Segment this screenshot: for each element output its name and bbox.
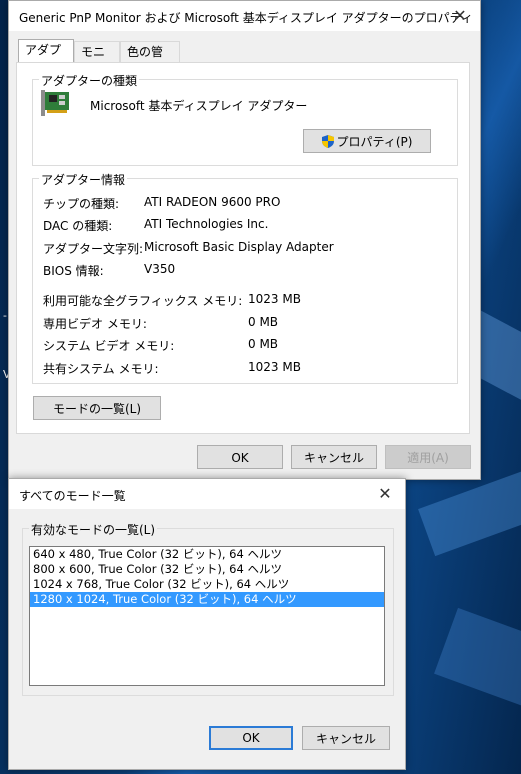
ok-label: OK	[242, 731, 260, 745]
tab-monitor[interactable]: モニター	[74, 41, 120, 80]
group-legend: 有効なモードの一覧(L)	[29, 521, 158, 538]
system-video-memory-label: システム ビデオ メモリ:	[43, 339, 175, 353]
adapter-string-label: アダプター文字列:	[43, 242, 144, 256]
system-video-memory-value: 0 MB	[248, 337, 279, 351]
apply-button[interactable]: 適用(A)	[385, 445, 471, 469]
shared-system-memory-value: 1023 MB	[248, 360, 301, 374]
list-item[interactable]: 640 x 480, True Color (32 ビット), 64 ヘルツ	[30, 547, 384, 562]
dac-type-value: ATI Technologies Inc.	[144, 217, 269, 231]
wallpaper-light-beam	[434, 607, 521, 743]
list-item[interactable]: 1024 x 768, True Color (32 ビット), 64 ヘルツ	[30, 577, 384, 592]
shared-system-memory-label: 共有システム メモリ:	[43, 362, 159, 376]
dedicated-video-memory-value: 0 MB	[248, 315, 279, 329]
cancel-label: キャンセル	[315, 732, 376, 746]
adapter-properties-button[interactable]: プロパティ(P)	[303, 129, 431, 153]
cancel-button[interactable]: キャンセル	[291, 445, 377, 469]
adapter-string-value: Microsoft Basic Display Adapter	[144, 240, 334, 254]
title-bar[interactable]: Generic PnP Monitor および Microsoft 基本ディスプ…	[9, 1, 480, 31]
list-all-modes-button[interactable]: モードの一覧(L)	[33, 396, 161, 420]
bios-info-label: BIOS 情報:	[43, 264, 104, 278]
group-legend: アダプター情報	[39, 171, 128, 188]
tab-adapter[interactable]: アダプター	[18, 39, 74, 78]
tab-color-management[interactable]: 色の管理	[120, 41, 180, 80]
adapter-type-group: アダプターの種類 Microsoft 基本ディスプレイ アダプター プロパティ(…	[32, 72, 458, 166]
bios-info-value: V350	[144, 262, 176, 276]
modes-listbox[interactable]: 640 x 480, True Color (32 ビット), 64 ヘルツ 8…	[29, 546, 385, 686]
ok-button[interactable]: OK	[197, 445, 283, 469]
total-memory-value: 1023 MB	[248, 292, 301, 306]
apply-label: 適用(A)	[407, 451, 449, 465]
adapter-name: Microsoft 基本ディスプレイ アダプター	[90, 99, 308, 113]
modes-ok-button[interactable]: OK	[209, 726, 293, 750]
window-title: Generic PnP Monitor および Microsoft 基本ディスプ…	[19, 11, 473, 25]
list-item[interactable]: 800 x 600, True Color (32 ビット), 64 ヘルツ	[30, 562, 384, 577]
list-item-selected[interactable]: 1280 x 1024, True Color (32 ビット), 64 ヘルツ	[30, 592, 384, 607]
close-icon[interactable]: ✕	[440, 1, 480, 31]
chip-type-label: チップの種類:	[43, 197, 120, 211]
title-bar[interactable]: すべてのモード一覧 ✕	[9, 479, 405, 509]
adapter-info-group: アダプター情報 チップの種類: ATI RADEON 9600 PRO DAC …	[32, 171, 458, 384]
list-all-modes-label: モードの一覧(L)	[52, 402, 142, 416]
desktop-partial-text: -	[3, 309, 7, 322]
chip-type-value: ATI RADEON 9600 PRO	[144, 195, 281, 209]
total-memory-label: 利用可能な全グラフィックス メモリ:	[43, 294, 243, 308]
adapter-tab-panel: アダプターの種類 Microsoft 基本ディスプレイ アダプター プロパティ(…	[16, 62, 470, 434]
display-adapter-card-icon	[41, 90, 71, 116]
window-title: すべてのモード一覧	[19, 489, 126, 503]
adapter-properties-label: プロパティ(P)	[336, 135, 413, 149]
ok-label: OK	[231, 451, 249, 465]
cancel-label: キャンセル	[303, 451, 364, 465]
close-icon[interactable]: ✕	[365, 479, 405, 509]
dac-type-label: DAC の種類:	[43, 219, 113, 233]
group-legend: アダプターの種類	[39, 72, 140, 89]
modes-cancel-button[interactable]: キャンセル	[302, 726, 390, 750]
shield-icon	[321, 132, 334, 148]
dedicated-video-memory-label: 専用ビデオ メモリ:	[43, 317, 147, 331]
